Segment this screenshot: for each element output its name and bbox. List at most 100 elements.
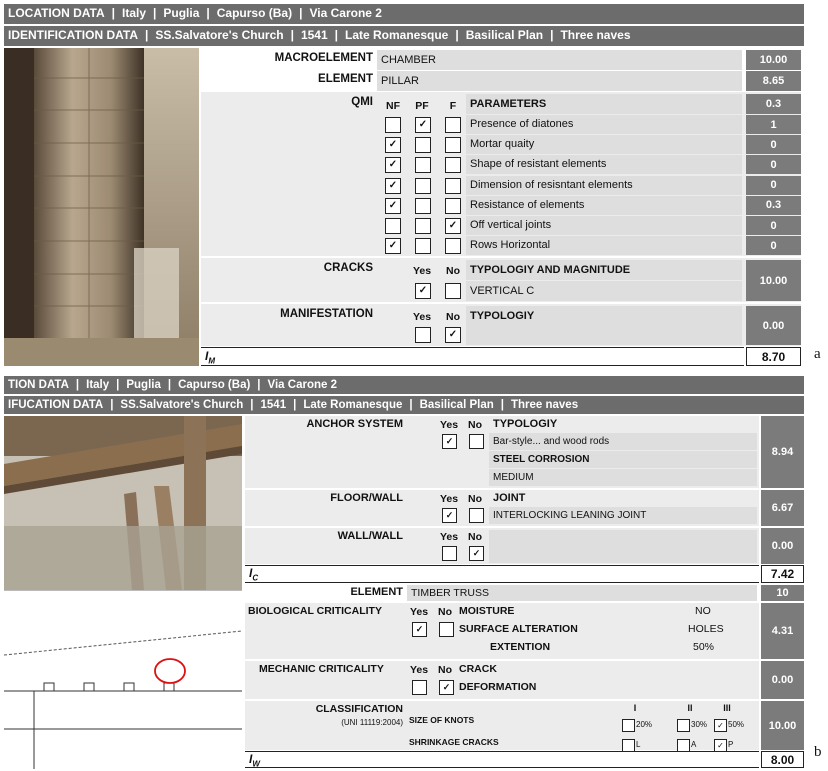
col-pf: PF [415, 100, 429, 112]
knots-option-checkbox[interactable]: ✓ [714, 719, 727, 732]
cracks-yes-header: Yes [412, 265, 432, 277]
surface-alteration-value: HOLES [688, 623, 724, 635]
param-f-checkbox[interactable] [445, 117, 461, 133]
b-element-score: 10 [761, 585, 804, 601]
param-nf-checkbox[interactable] [385, 117, 401, 133]
b-identification-year: 1541 [260, 399, 287, 411]
anchor-yes-checkbox[interactable]: ✓ [442, 434, 457, 449]
param-f-checkbox[interactable] [445, 137, 461, 154]
col-nf: NF [386, 100, 400, 112]
moisture-label: MOISTURE [459, 605, 515, 617]
floor-wall-label: FLOOR/WALL [330, 492, 403, 504]
mech-yes-checkbox[interactable] [412, 680, 427, 695]
param-nf-checkbox[interactable]: ✓ [385, 137, 401, 154]
manifestation-no-header: No [446, 311, 460, 323]
pillar-photo-drawing [4, 48, 199, 366]
identification-label: IDENTIFICATION DATA [8, 28, 138, 42]
iw-index-value: 8.00 [761, 751, 804, 768]
joint-value: INTERLOCKING LEANING JOINT [489, 507, 757, 524]
param-pf-checkbox[interactable]: ✓ [415, 117, 431, 133]
surface-alteration-label: SURFACE ALTERATION [459, 623, 578, 635]
b-element-value: TIMBER TRUSS [407, 585, 757, 601]
b-location-label: TION DATA [8, 379, 69, 391]
anchor-no-checkbox[interactable] [469, 434, 484, 449]
param-nf-checkbox[interactable]: ✓ [385, 197, 401, 214]
joint-label: JOINT [493, 492, 526, 504]
parameter-name: Mortar quaity [466, 135, 742, 155]
floor-wall-no-checkbox[interactable] [469, 508, 484, 523]
deformation-label: DEFORMATION [459, 681, 537, 693]
param-nf-checkbox[interactable]: ✓ [385, 177, 401, 194]
panel-a-letter: a [814, 346, 821, 362]
manifestation-no-checkbox[interactable]: ✓ [445, 327, 461, 343]
typology-magnitude-header: TYPOLOGIY AND MAGNITUDE [466, 260, 742, 280]
location-country: Italy [122, 6, 147, 20]
manifestation-typology-header: TYPOLOGIY [466, 306, 742, 345]
wall-wall-no-header: No [468, 531, 482, 543]
parameter-name: Presence of diatones [466, 115, 742, 134]
param-pf-checkbox[interactable] [415, 137, 431, 154]
wall-wall-yes-checkbox[interactable] [442, 546, 457, 561]
cracks-no-header: No [446, 265, 460, 277]
param-nf-checkbox[interactable]: ✓ [385, 157, 401, 174]
mech-yes-header: Yes [409, 664, 429, 676]
steel-corrosion-value: MEDIUM [489, 469, 757, 486]
param-pf-checkbox[interactable] [415, 218, 431, 234]
param-pf-checkbox[interactable] [415, 177, 431, 194]
macroelement-score: 10.00 [746, 50, 801, 70]
param-nf-checkbox[interactable]: ✓ [385, 238, 401, 255]
param-nf-checkbox[interactable] [385, 218, 401, 234]
param-f-checkbox[interactable] [445, 157, 461, 174]
identification-plan: Basilical Plan [465, 28, 544, 42]
param-f-checkbox[interactable] [445, 177, 461, 194]
param-pf-checkbox[interactable] [415, 197, 431, 214]
cracks-no-checkbox[interactable] [445, 283, 461, 299]
bio-no-checkbox[interactable] [439, 622, 454, 637]
mech-no-checkbox[interactable]: ✓ [439, 680, 454, 695]
panel-a-table: MACROELEMENT CHAMBER 10.00 ELEMENT PILLA… [201, 48, 804, 366]
cracks-score: 10.00 [746, 260, 801, 301]
wall-wall-no-checkbox[interactable]: ✓ [469, 546, 484, 561]
b-location-country: Italy [86, 379, 110, 391]
floor-wall-no-header: No [468, 493, 482, 505]
shrink-option-label: A [691, 740, 697, 749]
manifestation-yes-checkbox[interactable] [415, 327, 431, 343]
extention-value: 50% [693, 641, 715, 653]
im-index-value: 8.70 [746, 347, 801, 366]
bio-yes-checkbox[interactable]: ✓ [412, 622, 427, 637]
macroelement-value: CHAMBER [377, 50, 742, 70]
panel-b: TION DATA | Italy | Puglia | Capurso (Ba) | Via … [3, 376, 822, 769]
shrinkage-label: SHRINKAGE CRACKS [409, 737, 499, 747]
floor-wall-score: 6.67 [761, 490, 804, 526]
b-location-header: TION DATA | Italy | Puglia | Capurso (Ba) | Via … [4, 376, 804, 394]
pillar-photo [4, 48, 199, 366]
wall-wall-yes-header: Yes [439, 531, 459, 543]
location-town: Capurso (Ba) [216, 6, 293, 20]
floor-wall-yes-header: Yes [439, 493, 459, 505]
ic-index-value: 7.42 [761, 565, 804, 583]
knots-option-label: 30% [691, 720, 708, 729]
b-identification-naves: Three naves [510, 399, 579, 411]
identification-naves: Three naves [560, 28, 631, 42]
param-f-checkbox[interactable]: ✓ [445, 218, 461, 234]
b-location-street: Via Carone 2 [267, 379, 337, 391]
col-f: F [449, 100, 457, 112]
wall-wall-score: 0.00 [761, 528, 804, 564]
parameter-score: 0 [746, 135, 801, 155]
parameter-score: 0.3 [746, 195, 801, 215]
parameter-name: Rows Horizontal [466, 236, 742, 256]
truss-photo [4, 416, 242, 590]
element-value: PILLAR [377, 71, 742, 91]
parameter-score: 1 [746, 115, 801, 134]
cracks-yes-checkbox[interactable]: ✓ [415, 283, 431, 299]
param-f-checkbox[interactable] [445, 238, 461, 255]
param-f-checkbox[interactable] [445, 197, 461, 214]
b-element-label: ELEMENT [350, 586, 403, 598]
classification-norm: (UNI 11119:2004) [341, 718, 403, 727]
param-pf-checkbox[interactable] [415, 238, 431, 255]
element-score: 8.65 [746, 71, 801, 91]
knots-option-checkbox[interactable] [622, 719, 635, 732]
floor-wall-yes-checkbox[interactable]: ✓ [442, 508, 457, 523]
param-pf-checkbox[interactable] [415, 157, 431, 174]
knots-option-checkbox[interactable] [677, 719, 690, 732]
